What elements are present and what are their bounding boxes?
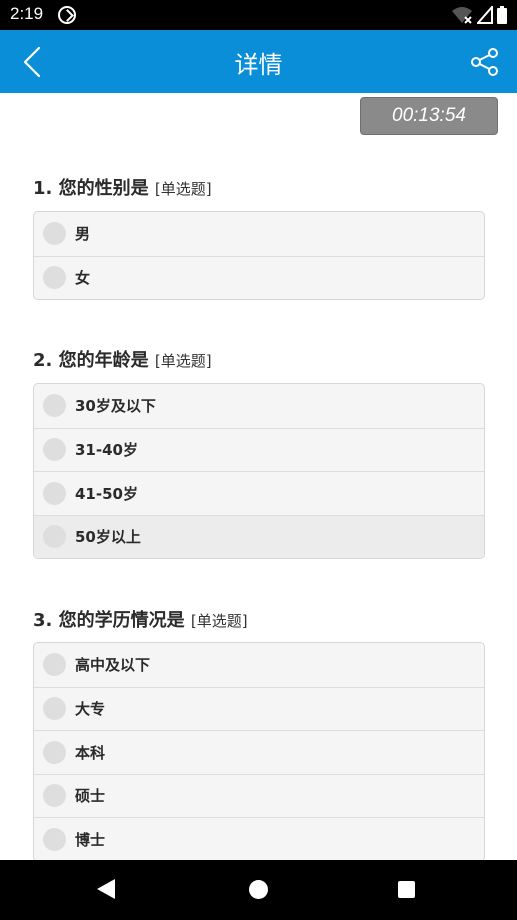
option-label: 硕士 [75, 787, 106, 806]
option-label: 41-50岁 [75, 484, 138, 503]
options-list: 30岁及以下 31-40岁 41-50岁 50岁以上 [33, 383, 485, 559]
countdown-timer: 00:13:54 [360, 97, 498, 135]
radio-button[interactable] [43, 653, 66, 677]
option-label: 大专 [75, 700, 106, 719]
question-type: [单选题] [190, 612, 248, 630]
options-list: 男 女 [33, 211, 485, 300]
option-row[interactable]: 高中及以下 [34, 643, 484, 687]
option-label: 30岁及以下 [75, 397, 156, 416]
option-row[interactable]: 41-50岁 [34, 471, 484, 515]
share-icon [471, 48, 498, 76]
option-row[interactable]: 硕士 [34, 773, 484, 818]
option-row[interactable]: 50岁以上 [34, 514, 484, 558]
option-label: 男 [75, 225, 91, 244]
nav-home-icon[interactable] [249, 880, 268, 899]
question-type: [单选题] [154, 352, 212, 370]
nav-back-icon[interactable] [97, 879, 115, 899]
nav-recents-icon[interactable] [398, 881, 415, 898]
status-time: 2:19 [10, 4, 44, 23]
radio-button[interactable] [43, 740, 66, 764]
question-text: 3. 您的学历情况是 [33, 610, 185, 631]
status-icons [451, 5, 507, 25]
radio-button[interactable] [43, 827, 66, 851]
options-list: 高中及以下 大专 本科 硕士 博士 [33, 642, 485, 862]
signal-icon [477, 6, 493, 24]
question-title: 1. 您的性别是 [单选题] [33, 174, 212, 200]
radio-button[interactable] [43, 266, 66, 290]
question-type: [单选题] [154, 180, 212, 198]
option-row[interactable]: 31-40岁 [34, 427, 484, 472]
question-title: 2. 您的年龄是 [单选题] [33, 346, 212, 372]
radio-button[interactable] [43, 697, 66, 721]
radio-button[interactable] [43, 481, 66, 505]
option-row[interactable]: 本科 [34, 730, 484, 774]
radio-button[interactable] [43, 525, 66, 549]
status-bar: 2:19 [0, 0, 517, 30]
option-label: 本科 [75, 743, 106, 762]
option-label: 女 [75, 269, 91, 288]
share-button[interactable] [467, 44, 503, 80]
option-label: 博士 [75, 830, 106, 849]
question-text: 2. 您的年龄是 [33, 350, 149, 371]
option-label: 高中及以下 [75, 656, 151, 675]
app-bar: 详情 [0, 30, 517, 93]
battery-icon [497, 6, 507, 24]
option-row[interactable]: 男 [34, 212, 484, 256]
option-label: 50岁以上 [75, 528, 141, 547]
system-nav-bar [0, 860, 517, 920]
question-title: 3. 您的学历情况是 [单选题] [33, 606, 248, 632]
option-label: 31-40岁 [75, 441, 138, 460]
radio-button[interactable] [43, 394, 66, 418]
app-notification-icon [58, 6, 76, 24]
radio-button[interactable] [43, 438, 66, 462]
page-title: 详情 [234, 51, 283, 79]
radio-button[interactable] [43, 222, 66, 246]
option-row[interactable]: 大专 [34, 686, 484, 731]
option-row[interactable]: 30岁及以下 [34, 384, 484, 428]
wifi-off-icon [452, 7, 472, 24]
radio-button[interactable] [43, 784, 66, 808]
option-row[interactable]: 女 [34, 255, 484, 300]
question-text: 1. 您的性别是 [33, 178, 149, 199]
option-row[interactable]: 博士 [34, 817, 484, 861]
